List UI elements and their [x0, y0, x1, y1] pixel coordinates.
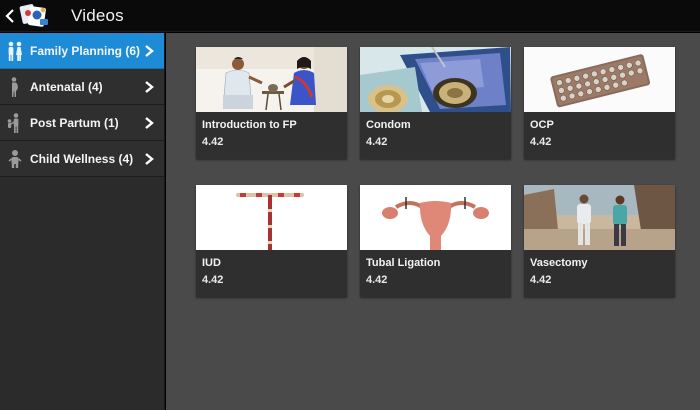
video-duration: 4.42	[366, 136, 388, 148]
village-men-thumbnail	[524, 185, 675, 250]
chevron-right-icon	[145, 117, 154, 129]
sidebar-item-family-planning[interactable]: Family Planning (6)	[0, 33, 164, 69]
page-title: Videos	[71, 5, 124, 25]
video-title: Condom	[366, 119, 411, 131]
sidebar-item-label: Child Wellness (4)	[30, 151, 134, 166]
pregnant-woman-icon	[3, 75, 27, 99]
video-title: Tubal Ligation	[366, 257, 441, 269]
video-card-condom[interactable]: Condom 4.42	[360, 47, 511, 159]
sidebar-item-child-wellness[interactable]: Child Wellness (4)	[0, 141, 164, 177]
back-chevron-icon[interactable]	[3, 0, 17, 32]
counselling-scene-thumbnail	[196, 47, 347, 112]
child-icon	[3, 147, 27, 171]
video-duration: 4.42	[202, 274, 224, 286]
video-title: Vasectomy	[530, 257, 588, 269]
chevron-right-icon	[145, 81, 154, 93]
category-sidebar: Family Planning (6) Antenatal (4) Post P…	[0, 33, 165, 410]
condom-packets-thumbnail	[360, 47, 511, 112]
video-title: Introduction to FP	[202, 119, 297, 131]
video-card-tubal-ligation[interactable]: Tubal Ligation 4.42	[360, 185, 511, 297]
uterus-diagram-thumbnail	[360, 185, 511, 250]
video-card-ocp[interactable]: OCP 4.42	[524, 47, 675, 159]
action-bar: Videos	[0, 0, 700, 32]
video-duration: 4.42	[366, 274, 388, 286]
sidebar-item-label: Antenatal (4)	[30, 79, 103, 94]
video-duration: 4.42	[202, 136, 224, 148]
video-card-introduction-to-fp[interactable]: Introduction to FP 4.42	[196, 47, 347, 159]
mother-child-icon	[3, 111, 27, 135]
sidebar-item-label: Post Partum (1)	[30, 115, 119, 130]
video-duration: 4.42	[530, 274, 552, 286]
pill-strip-thumbnail	[524, 47, 675, 112]
iud-device-thumbnail	[196, 185, 347, 250]
couple-icon	[3, 39, 27, 63]
chevron-right-icon	[145, 45, 154, 57]
video-title: IUD	[202, 257, 221, 269]
video-grid: Introduction to FP 4.42 Condom 4.42 OCP …	[166, 33, 700, 410]
sidebar-item-post-partum[interactable]: Post Partum (1)	[0, 105, 164, 141]
video-card-vasectomy[interactable]: Vasectomy 4.42	[524, 185, 675, 297]
video-title: OCP	[530, 119, 554, 131]
chevron-right-icon	[145, 153, 154, 165]
sidebar-item-label: Family Planning (6)	[30, 43, 141, 58]
sidebar-item-antenatal[interactable]: Antenatal (4)	[0, 69, 164, 105]
app-logo-icon[interactable]	[18, 2, 52, 30]
video-duration: 4.42	[530, 136, 552, 148]
video-card-iud[interactable]: IUD 4.42	[196, 185, 347, 297]
